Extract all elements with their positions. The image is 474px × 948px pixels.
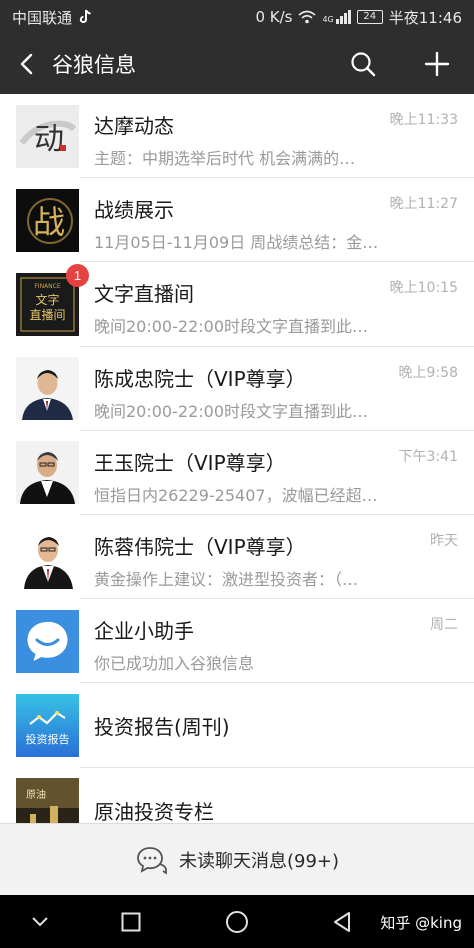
report-avatar: 投资报告 bbox=[16, 693, 79, 757]
unread-label: 未读聊天消息(99+) bbox=[178, 850, 340, 872]
svg-text:文字: 文字 bbox=[35, 292, 59, 307]
conversation-time: 下午3:41 bbox=[398, 448, 458, 465]
network-speed: 0 K/s bbox=[255, 8, 293, 26]
finance-live-avatar: FINANCE 文字 直播间 1 bbox=[16, 263, 89, 336]
conversation-item[interactable]: 战 战绩展示 晚上11:27 11月05日-11月09日 周战绩总结：金… bbox=[0, 178, 474, 263]
svg-text:直播间: 直播间 bbox=[29, 308, 65, 322]
conversation-time: 晚上11:33 bbox=[389, 112, 458, 128]
oil-avatar: 原油 bbox=[16, 778, 79, 823]
conversation-preview: 恒指日内26229-25407，波幅已经超… bbox=[94, 485, 378, 505]
conversation-name: 陈蓉伟院士（VIP尊享） bbox=[94, 534, 306, 559]
square-icon bbox=[121, 912, 141, 931]
conversation-name: 投资报告(周刊) bbox=[94, 715, 230, 740]
clock: 半夜11:46 bbox=[388, 8, 462, 27]
conversation-name: 企业小助手 bbox=[94, 619, 194, 644]
nav-recents-button[interactable] bbox=[101, 895, 161, 948]
conversation-name: 战绩展示 bbox=[94, 198, 174, 223]
conversation-preview: 晚间20:00-22:00时段文字直播到此… bbox=[94, 401, 368, 421]
zhanji-avatar: 战 bbox=[16, 188, 79, 252]
back-button[interactable] bbox=[0, 34, 52, 94]
conversation-preview: 黄金操作上建议：激进型投资者：（… bbox=[94, 569, 359, 589]
svg-text:FINANCE: FINANCE bbox=[34, 283, 60, 290]
chevron-down-icon bbox=[32, 916, 48, 926]
person-avatar bbox=[16, 525, 79, 589]
conversation-item[interactable]: FINANCE 文字 直播间 1 文字直播间 晚上10:15 晚间20:00-2… bbox=[0, 262, 474, 347]
system-nav-bar: 知乎 @king bbox=[0, 895, 474, 948]
search-button[interactable] bbox=[326, 34, 400, 94]
nav-back-button[interactable] bbox=[312, 895, 372, 948]
chat-icon bbox=[137, 846, 167, 875]
watermark-text: 知乎 @king bbox=[380, 914, 462, 932]
conversation-preview: 晚间20:00-22:00时段文字直播到此… bbox=[94, 317, 368, 337]
conversation-time: 晚上10:15 bbox=[389, 280, 458, 297]
nav-hide-button[interactable] bbox=[10, 895, 70, 948]
conversation-name: 陈成忠院士（VIP尊享） bbox=[94, 366, 306, 391]
conversation-name: 文字直播间 bbox=[94, 282, 194, 307]
conversation-time: 周二 bbox=[430, 617, 458, 634]
page-title: 谷狼信息 bbox=[52, 53, 136, 77]
svg-text:投资报告: 投资报告 bbox=[26, 732, 70, 746]
conversation-name: 王玉院士（VIP尊享） bbox=[94, 450, 286, 475]
triangle-back-icon bbox=[334, 911, 350, 932]
unread-messages-bar[interactable]: 未读聊天消息(99+) bbox=[0, 823, 474, 895]
unread-badge: 1 bbox=[66, 263, 89, 287]
person-avatar bbox=[16, 441, 79, 505]
svg-text:战: 战 bbox=[33, 203, 65, 241]
conversation-preview: 11月05日-11月09日 周战绩总结：金… bbox=[94, 233, 379, 253]
conversation-item[interactable]: 陈成忠院士（VIP尊享） 晚上9:58 晚间20:00-22:00时段文字直播到… bbox=[0, 347, 474, 431]
add-button[interactable] bbox=[400, 34, 474, 94]
conversation-item[interactable]: 王玉院士（VIP尊享） 下午3:41 恒指日内26229-25407，波幅已经超… bbox=[0, 431, 474, 516]
plus-icon bbox=[424, 51, 450, 77]
conversation-preview: 主题：中期选举后时代 机会满满的… bbox=[94, 149, 356, 168]
conversation-time: 晚上9:58 bbox=[398, 364, 458, 381]
conversation-time: 昨天 bbox=[430, 532, 458, 549]
status-bar: 中国联通 0 K/s 4G 24 半夜11:46 bbox=[0, 0, 474, 34]
search-icon bbox=[351, 52, 376, 77]
signal-icon: 4G bbox=[322, 10, 351, 24]
person-avatar bbox=[16, 357, 79, 421]
battery-icon: 24 bbox=[356, 10, 383, 24]
title-bar: 谷狼信息 bbox=[0, 34, 474, 94]
svg-text:原油: 原油 bbox=[26, 788, 46, 801]
conversation-list: 动 达摩动态 晚上11:33 主题：中期选举后时代 机会满满的… 战 战绩展示 … bbox=[0, 94, 474, 823]
circle-icon bbox=[226, 910, 248, 933]
conversation-name: 达摩动态 bbox=[94, 114, 174, 138]
conversation-item[interactable]: 动 达摩动态 晚上11:33 主题：中期选举后时代 机会满满的… bbox=[0, 94, 474, 179]
chat-bubble-icon bbox=[16, 609, 79, 673]
conversation-item[interactable]: 企业小助手 周二 你已成功加入谷狼信息 bbox=[0, 599, 474, 684]
tiktok-icon bbox=[79, 9, 91, 24]
nav-home-button[interactable] bbox=[207, 895, 267, 948]
conversation-item[interactable]: 原油 原油投资专栏 bbox=[0, 768, 474, 824]
wifi-icon bbox=[298, 10, 316, 24]
conversation-preview: 你已成功加入谷狼信息 bbox=[94, 654, 255, 674]
carrier-label: 中国联通 bbox=[12, 8, 73, 27]
conversation-item[interactable]: 投资报告 投资报告(周刊) bbox=[0, 683, 474, 768]
conversation-name: 原油投资专栏 bbox=[94, 799, 214, 824]
dama-avatar: 动 bbox=[16, 104, 79, 168]
conversation-time: 晚上11:27 bbox=[389, 196, 458, 213]
chevron-left-icon bbox=[20, 53, 33, 75]
conversation-item[interactable]: 陈蓉伟院士（VIP尊享） 昨天 黄金操作上建议：激进型投资者：（… bbox=[0, 515, 474, 600]
svg-text:动: 动 bbox=[34, 122, 64, 157]
